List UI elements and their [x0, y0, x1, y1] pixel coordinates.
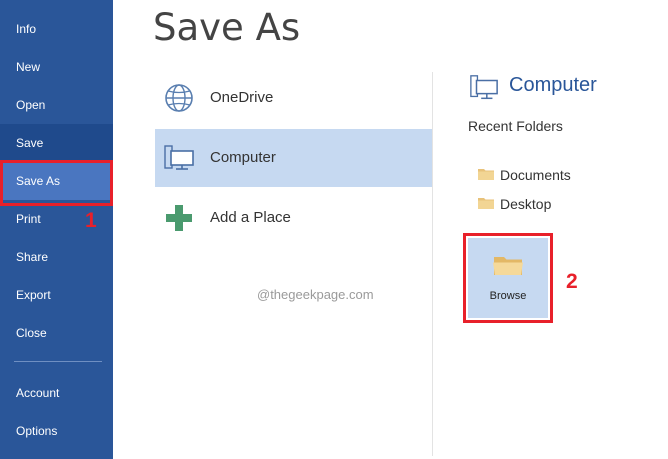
- sidebar-item-close[interactable]: Close: [0, 314, 113, 352]
- annotation-number-1: 1: [85, 209, 97, 232]
- sidebar-item-share[interactable]: Share: [0, 238, 113, 276]
- folder-icon: [478, 198, 494, 209]
- sidebar-item-account[interactable]: Account: [0, 374, 113, 412]
- sidebar-item-options[interactable]: Options: [0, 412, 113, 450]
- place-onedrive[interactable]: OneDrive: [155, 69, 432, 127]
- annotation-box-1: [0, 160, 113, 206]
- place-computer[interactable]: Computer: [155, 129, 432, 187]
- sidebar-item-new[interactable]: New: [0, 48, 113, 86]
- computer-icon: [470, 75, 498, 100]
- place-label-onedrive: OneDrive: [210, 89, 274, 106]
- sidebar-item-info[interactable]: Info: [0, 10, 113, 48]
- sidebar-item-export[interactable]: Export: [0, 276, 113, 314]
- globe-icon: [165, 84, 193, 112]
- location-title: Computer: [509, 74, 597, 96]
- plus-icon: [166, 205, 192, 231]
- watermark: @thegeekpage.com: [257, 287, 374, 302]
- place-add-a-place[interactable]: Add a Place: [155, 189, 432, 247]
- computer-icon: [164, 145, 194, 170]
- sidebar-divider: [14, 361, 102, 362]
- annotation-box-2: [463, 233, 553, 323]
- place-label-add-a-place: Add a Place: [210, 209, 291, 226]
- recent-folder-label: Desktop: [500, 196, 552, 212]
- recent-folders-heading: Recent Folders: [468, 118, 563, 134]
- panel-divider: [432, 72, 433, 456]
- annotation-number-2: 2: [566, 270, 578, 293]
- recent-folder-label: Documents: [500, 167, 571, 183]
- place-label-computer: Computer: [210, 149, 276, 166]
- folder-icon: [478, 169, 494, 180]
- sidebar-item-open[interactable]: Open: [0, 86, 113, 124]
- page-title: Save As: [153, 6, 301, 49]
- sidebar-item-save[interactable]: Save: [0, 124, 113, 162]
